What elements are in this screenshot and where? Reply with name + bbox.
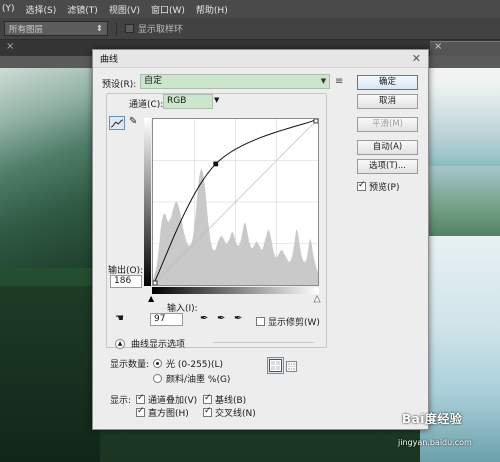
channel-label: 通道(C): <box>129 100 164 110</box>
options-button[interactable]: 选项(T)... <box>357 159 418 174</box>
output-gradient-bar <box>144 118 151 286</box>
chevron-down-icon: ⬍ <box>95 23 103 34</box>
intersection-line-checkbox[interactable] <box>203 406 212 417</box>
menu-bar: (Y) 选择(S) 滤镜(T) 视图(V) 窗口(W) 帮助(H) <box>0 0 500 18</box>
show-clipping-label: 显示修剪(W) <box>268 318 320 328</box>
pigment-radio-option[interactable]: 颜料/油墨 %(G) <box>153 372 230 385</box>
curve-control-point[interactable] <box>213 161 219 167</box>
black-point-slider[interactable]: ▲ <box>148 294 154 303</box>
tab-close-icon[interactable]: × <box>434 41 442 52</box>
chevron-down-icon[interactable]: ▼ <box>214 96 219 104</box>
light-radio-label: 光 (0-255)(L) <box>166 360 224 370</box>
curves-dialog: 曲线 ✕ 预设(R): 自定 ▼ ≡ 通道(C): RGB ▼ ✎ 输出(O):… <box>92 49 429 430</box>
channel-overlays-label: 通道叠加(V) <box>148 396 198 406</box>
show-amount-label: 显示数量: <box>110 360 150 370</box>
baseline-option[interactable]: 基线(B) <box>203 393 246 406</box>
watermark-url: jingyan.baidu.com <box>398 438 472 447</box>
show-clipping-option[interactable]: 显示修剪(W) <box>256 315 320 328</box>
preset-options-menu-icon[interactable]: ≡ <box>335 76 343 87</box>
baseline-label: 基线(B) <box>215 396 247 406</box>
close-icon[interactable]: × <box>6 41 14 52</box>
sample-ring-label: 显示取样环 <box>138 25 184 35</box>
curve-display-options-toggle[interactable]: ▲ 曲线显示选项 <box>115 337 185 350</box>
pigment-radio-label: 颜料/油墨 %(G) <box>166 375 231 385</box>
histogram-option[interactable]: 直方图(H) <box>136 406 189 419</box>
curve-graph[interactable] <box>152 118 319 286</box>
preview-label: 预览(P) <box>369 183 400 193</box>
watermark-logo: Bai度经验 <box>402 412 463 426</box>
white-point-slider[interactable]: ▲ <box>314 294 321 304</box>
intersection-line-label: 交叉线(N) <box>215 409 256 419</box>
ok-button[interactable]: 确定 <box>357 75 418 90</box>
menu-item-filter[interactable]: 滤镜(T) <box>67 3 98 16</box>
disclosure-label: 曲线显示选项 <box>131 340 186 350</box>
histogram-label: 直方图(H) <box>148 409 189 419</box>
pencil-icon[interactable]: ✎ <box>129 116 137 127</box>
curve-graph-svg[interactable] <box>152 118 319 286</box>
input-value-field[interactable]: 97 <box>150 313 183 326</box>
input-gradient-bar <box>152 287 319 294</box>
pigment-radio[interactable] <box>153 374 162 383</box>
curve-icon <box>111 119 123 127</box>
preview-checkbox[interactable] <box>357 180 366 191</box>
channel-overlays-checkbox[interactable] <box>136 393 145 404</box>
channel-select[interactable]: RGB <box>163 94 213 109</box>
canvas-pine-trees <box>0 286 100 462</box>
light-radio-option[interactable]: 光 (0-255)(L) <box>153 357 223 370</box>
intersection-line-option[interactable]: 交叉线(N) <box>203 406 256 419</box>
sample-ring-checkbox[interactable] <box>125 24 134 33</box>
histogram-checkbox[interactable] <box>136 406 145 417</box>
smooth-button: 平滑(M) <box>357 117 418 132</box>
preset-select[interactable]: 自定 <box>140 74 330 89</box>
dialog-title: 曲线 <box>100 55 119 65</box>
curve-control-point[interactable] <box>313 118 319 124</box>
cancel-button[interactable]: 取消 <box>357 94 418 109</box>
simple-grid-icon[interactable] <box>269 359 282 372</box>
show-clipping-checkbox[interactable] <box>256 317 265 326</box>
preset-label: 预设(R): <box>102 80 137 90</box>
sample-layer-value: 所有图层 <box>9 24 44 35</box>
options-divider <box>116 21 117 36</box>
gray-eyedropper-icon[interactable]: ✒ <box>217 313 225 324</box>
canvas-forest-hill <box>0 68 100 268</box>
light-radio[interactable] <box>153 359 162 368</box>
close-icon[interactable]: ✕ <box>412 52 421 65</box>
detailed-grid-icon[interactable] <box>286 361 297 372</box>
curve-point-tool[interactable] <box>109 116 125 130</box>
show-label: 显示: <box>110 396 132 406</box>
menu-item-view[interactable]: 视图(V) <box>109 3 140 16</box>
chevron-down-icon[interactable]: ▼ <box>317 74 330 89</box>
options-bar: 所有图层 ⬍ 显示取样环 <box>0 18 500 40</box>
black-eyedropper-icon[interactable]: ✒ <box>200 313 208 324</box>
sample-layer-select[interactable]: 所有图层 ⬍ <box>4 21 108 36</box>
baidu-jingyan-watermark: Bai度经验 jingyan.baidu.com <box>398 410 498 462</box>
output-value-field[interactable]: 186 <box>110 275 142 288</box>
channel-overlays-option[interactable]: 通道叠加(V) <box>136 393 197 406</box>
menu-item-select[interactable]: 选择(S) <box>26 3 57 16</box>
white-eyedropper-icon[interactable]: ✒ <box>234 313 242 324</box>
curve-control-point[interactable] <box>152 280 158 286</box>
auto-button[interactable]: 自动(A) <box>357 140 418 155</box>
targeted-adjustment-hand-icon[interactable]: ☚ <box>115 313 124 324</box>
menu-item-help[interactable]: 帮助(H) <box>196 3 228 16</box>
chevron-up-icon: ▲ <box>115 338 125 349</box>
dialog-titlebar[interactable]: 曲线 ✕ <box>93 50 428 68</box>
baseline-checkbox[interactable] <box>203 393 212 404</box>
section-divider <box>213 342 314 343</box>
canvas-meadow <box>420 166 500 246</box>
menu-item-window[interactable]: 窗口(W) <box>151 3 185 16</box>
preview-option[interactable]: 预览(P) <box>357 180 399 193</box>
menu-item-type[interactable]: (Y) <box>2 4 15 14</box>
